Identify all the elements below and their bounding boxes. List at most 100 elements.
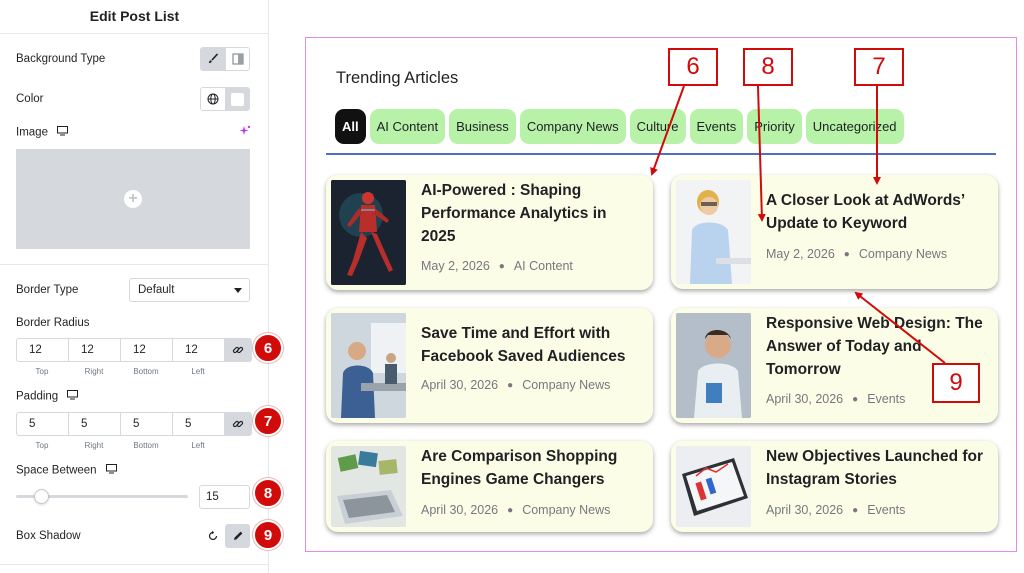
post-date: April 30, 2026 xyxy=(766,392,844,406)
post-card[interactable]: A Closer Look at AdWords’ Update to Keyw… xyxy=(671,175,998,289)
link-icon xyxy=(232,346,244,354)
filter-underline xyxy=(326,153,996,155)
post-title[interactable]: New Objectives Launched for Instagram St… xyxy=(766,445,990,491)
space-between-label: Space Between xyxy=(16,464,117,477)
post-meta: April 30, 2026 ● Events xyxy=(766,503,905,517)
sublabel-left: Left xyxy=(191,367,205,376)
padding-inputs: 5 5 5 5 xyxy=(16,412,252,436)
post-meta: May 2, 2026 ● Company News xyxy=(766,247,947,261)
post-category[interactable]: Events xyxy=(867,392,905,406)
border-type-label: Border Type xyxy=(16,284,79,296)
post-category[interactable]: Events xyxy=(867,503,905,517)
post-category[interactable]: Company News xyxy=(859,247,947,261)
ai-sparkle-icon[interactable] xyxy=(238,124,252,138)
post-title[interactable]: AI-Powered : Shaping Performance Analyti… xyxy=(421,179,645,248)
meta-separator: ● xyxy=(843,249,850,260)
desktop-icon[interactable] xyxy=(67,390,79,403)
post-title[interactable]: A Closer Look at AdWords’ Update to Keyw… xyxy=(766,189,990,235)
meta-separator: ● xyxy=(507,380,514,391)
filter-all[interactable]: All xyxy=(335,109,366,144)
post-date: May 2, 2026 xyxy=(421,259,490,273)
callout-6: 6 xyxy=(668,48,718,86)
desktop-icon[interactable] xyxy=(105,464,117,477)
pencil-icon xyxy=(233,531,242,540)
callout-7: 7 xyxy=(854,48,904,86)
panel-title: Edit Post List xyxy=(0,0,269,34)
post-card[interactable]: Are Comparison Shopping Engines Game Cha… xyxy=(326,441,653,532)
border-radius-label: Border Radius xyxy=(16,317,90,329)
post-thumbnail[interactable] xyxy=(676,180,751,284)
border-type-select[interactable]: Default xyxy=(129,278,250,302)
background-gradient-button[interactable] xyxy=(225,48,249,70)
space-between-slider-thumb[interactable] xyxy=(34,489,49,504)
image-upload-area[interactable]: + xyxy=(16,149,250,249)
background-type-label: Background Type xyxy=(16,53,106,65)
padding-left-input[interactable]: 5 xyxy=(173,413,225,435)
border-radius-right-input[interactable]: 12 xyxy=(69,339,121,361)
post-thumbnail[interactable] xyxy=(331,180,406,285)
border-radius-top-input[interactable]: 12 xyxy=(17,339,69,361)
filter-company-news[interactable]: Company News xyxy=(519,109,626,144)
padding-bottom-input[interactable]: 5 xyxy=(121,413,173,435)
sublabel-bottom: Bottom xyxy=(133,441,159,450)
post-list-widget-preview: Trending Articles All AI Content Busines… xyxy=(305,37,1017,552)
padding-right-input[interactable]: 5 xyxy=(69,413,121,435)
padding-sublabels: Top Right Bottom Left xyxy=(16,441,224,450)
post-category[interactable]: Company News xyxy=(522,378,610,392)
background-classic-button[interactable] xyxy=(201,48,225,70)
post-card[interactable]: AI-Powered : Shaping Performance Analyti… xyxy=(326,175,653,290)
sublabel-right: Right xyxy=(84,367,104,376)
box-shadow-edit-button[interactable] xyxy=(225,524,250,548)
post-thumbnail[interactable] xyxy=(331,446,406,527)
color-swatch[interactable] xyxy=(225,88,249,110)
post-date: April 30, 2026 xyxy=(766,503,844,517)
space-between-input[interactable]: 15 xyxy=(199,485,250,509)
post-meta: April 30, 2026 ● Events xyxy=(766,392,905,406)
post-date: April 30, 2026 xyxy=(421,378,499,392)
border-radius-sublabels: Top Right Bottom Left xyxy=(16,367,224,376)
post-date: May 2, 2026 xyxy=(766,247,835,261)
post-meta: May 2, 2026 ● AI Content xyxy=(421,259,573,273)
post-thumbnail[interactable] xyxy=(676,313,751,418)
post-category[interactable]: AI Content xyxy=(514,259,573,273)
filter-events[interactable]: Events xyxy=(689,109,744,144)
filter-uncategorized[interactable]: Uncategorized xyxy=(805,109,904,144)
meta-separator: ● xyxy=(852,394,859,405)
image-label-text: Image xyxy=(16,126,48,139)
post-meta: April 30, 2026 ● Company News xyxy=(421,378,610,392)
section-divider xyxy=(0,264,269,265)
border-radius-inputs: 12 12 12 12 xyxy=(16,338,252,362)
post-category[interactable]: Company News xyxy=(522,503,610,517)
callout-9: 9 xyxy=(932,363,980,403)
annotation-badge-6: 6 xyxy=(253,333,283,363)
post-thumbnail[interactable] xyxy=(676,446,751,527)
border-radius-left-input[interactable]: 12 xyxy=(173,339,225,361)
border-radius-link-button[interactable] xyxy=(225,339,251,361)
border-type-value: Default xyxy=(138,284,175,296)
border-radius-bottom-input[interactable]: 12 xyxy=(121,339,173,361)
annotation-badge-7: 7 xyxy=(253,406,283,436)
padding-link-button[interactable] xyxy=(225,413,251,435)
meta-separator: ● xyxy=(498,261,505,272)
post-title[interactable]: Save Time and Effort with Facebook Saved… xyxy=(421,322,645,368)
post-meta: April 30, 2026 ● Company News xyxy=(421,503,610,517)
filter-ai-content[interactable]: AI Content xyxy=(369,109,446,144)
sublabel-top: Top xyxy=(35,367,49,376)
gradient-icon xyxy=(232,53,243,65)
space-between-label-text: Space Between xyxy=(16,464,97,477)
filter-business[interactable]: Business xyxy=(449,109,516,144)
sublabel-left: Left xyxy=(191,441,205,450)
post-card[interactable]: New Objectives Launched for Instagram St… xyxy=(671,441,998,532)
filter-priority[interactable]: Priority xyxy=(747,109,802,144)
reset-icon[interactable] xyxy=(205,528,221,544)
post-title[interactable]: Are Comparison Shopping Engines Game Cha… xyxy=(421,445,645,491)
meta-separator: ● xyxy=(507,505,514,516)
background-type-toggle xyxy=(200,47,250,71)
annotation-badge-8: 8 xyxy=(253,478,283,508)
padding-top-input[interactable]: 5 xyxy=(17,413,69,435)
desktop-icon[interactable] xyxy=(57,126,69,139)
filter-culture[interactable]: Culture xyxy=(629,109,686,144)
post-thumbnail[interactable] xyxy=(331,313,406,418)
post-card[interactable]: Save Time and Effort with Facebook Saved… xyxy=(326,308,653,423)
global-color-button[interactable] xyxy=(201,88,225,110)
